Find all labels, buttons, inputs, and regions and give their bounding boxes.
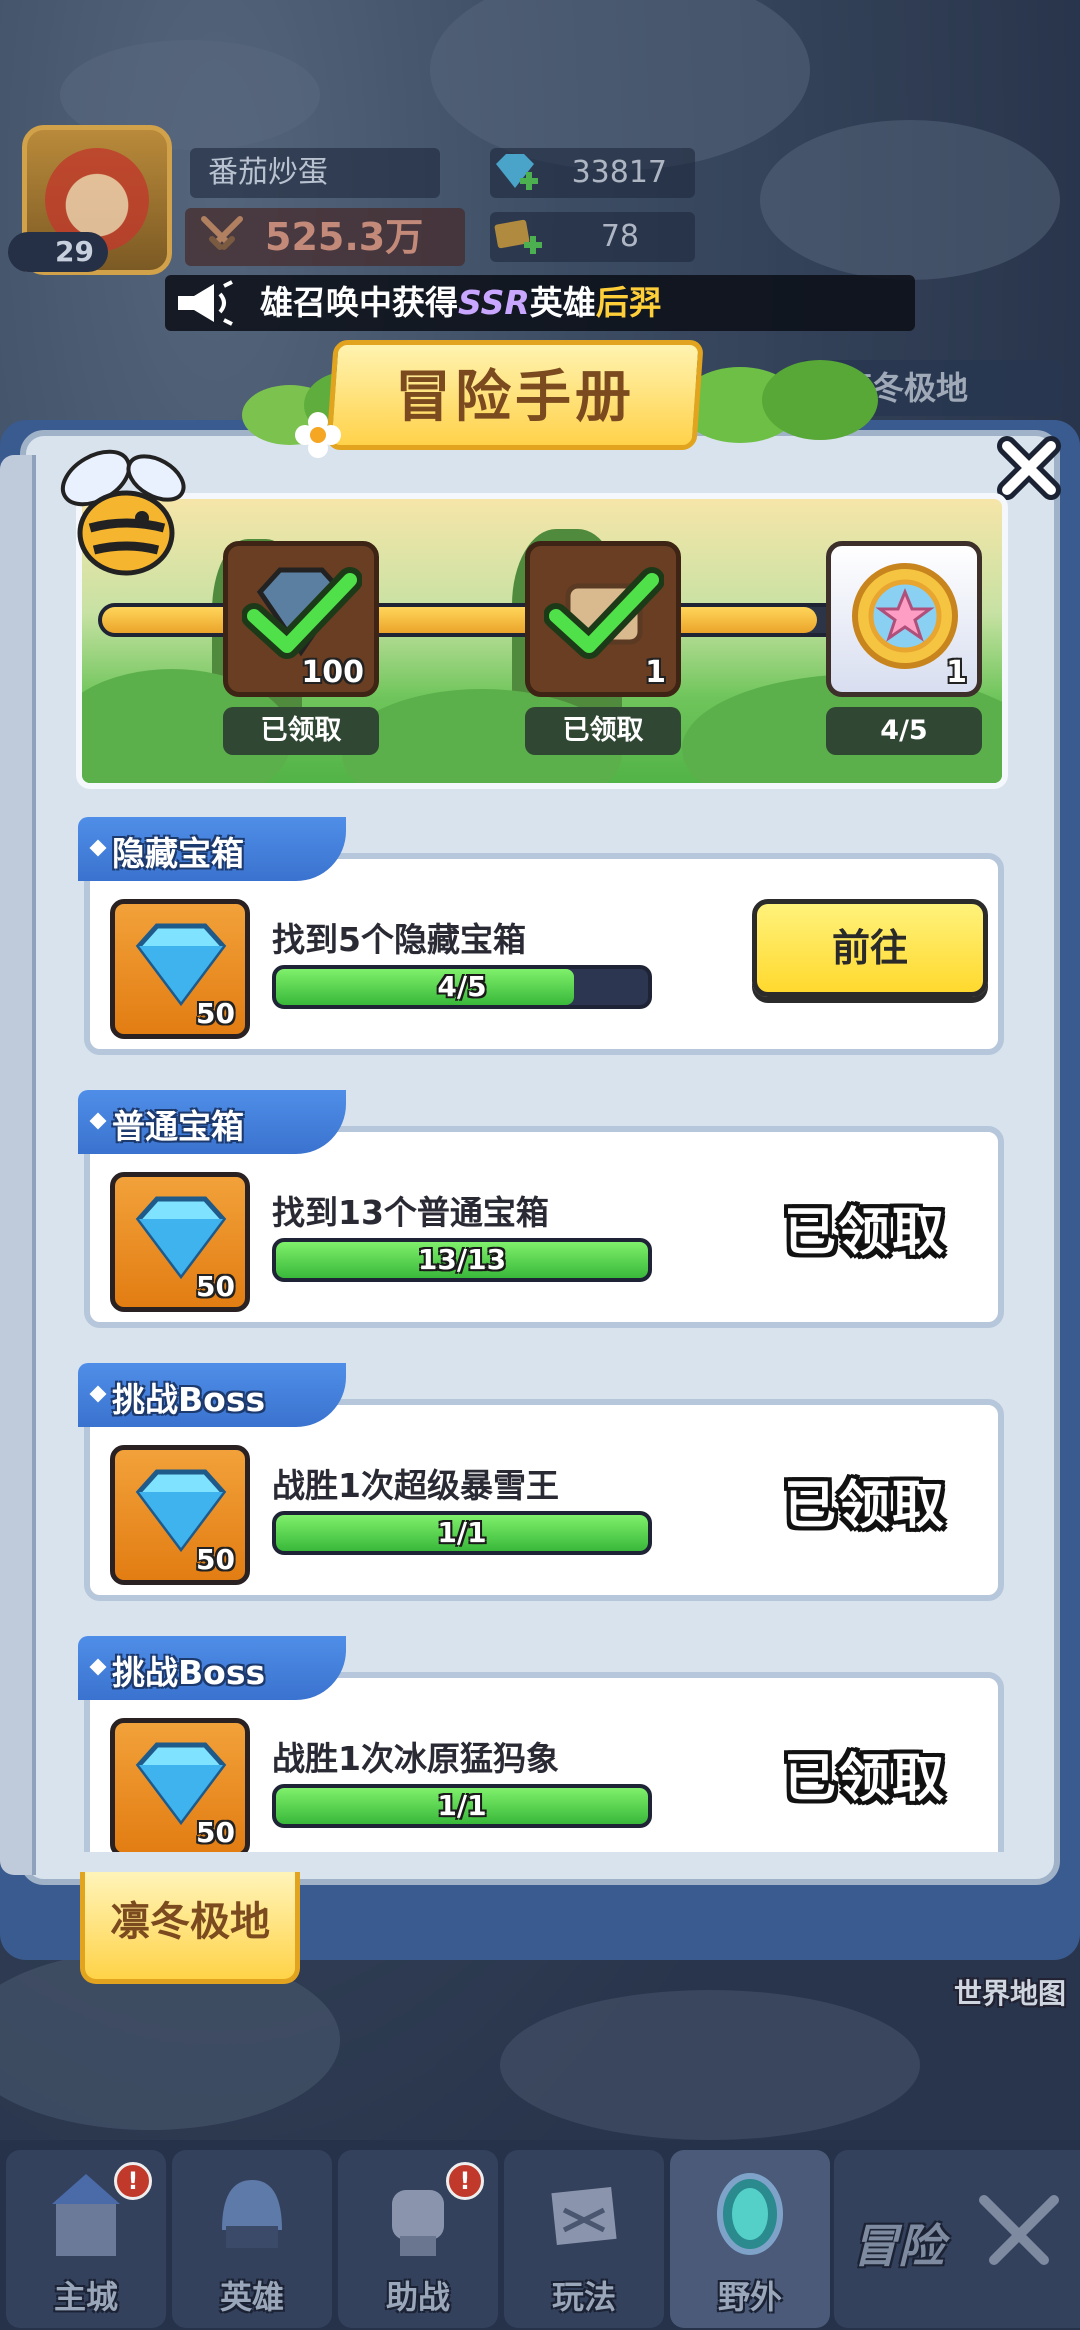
player-name: 番茄炒蛋 (190, 148, 440, 198)
task-card: 挑战Boss 50 战胜1次超级暴雪王 1/1 已领取 (78, 1363, 1004, 1601)
player-level: 29 (8, 232, 108, 272)
task-card: 隐藏宝箱 50 找到5个隐藏宝箱 4/5 前往 (78, 817, 1004, 1055)
diamond-icon (135, 1196, 227, 1280)
notification-badge: ! (114, 2162, 152, 2200)
task-progress-bar: 13/13 (272, 1238, 652, 1282)
claimed-status: 已领取 (784, 1203, 947, 1263)
task-card: 挑战Boss 50 战胜1次冰原猛犸象 1/1 已领取 (78, 1636, 1004, 1852)
diamond-icon (135, 1742, 227, 1826)
milestone-3[interactable]: 1 (826, 541, 982, 697)
region-tab[interactable]: 凛冬极地 (80, 1872, 300, 1984)
nav-play[interactable]: 玩法 (504, 2150, 664, 2328)
milestone-1-status: 已领取 (223, 707, 379, 755)
task-description: 找到13个普通宝箱 (272, 1193, 549, 1232)
crossed-swords-icon (979, 2195, 1059, 2265)
task-category-tag: 挑战Boss (78, 1363, 346, 1427)
reward-item[interactable]: 50 (110, 1718, 250, 1852)
map-scroll-icon (551, 2187, 617, 2245)
bee-mascot-icon (60, 449, 186, 576)
task-list[interactable]: 隐藏宝箱 50 找到5个隐藏宝箱 4/5 前往 普通宝箱 50 找到13个普通宝… (0, 800, 1080, 1852)
crossed-swords-icon (201, 216, 243, 250)
nav-heroes[interactable]: 英雄 (172, 2150, 332, 2328)
flower-icon (295, 412, 341, 458)
diamond-icon (135, 1469, 227, 1553)
panel-title: 冒险手册 (395, 365, 635, 430)
milestone-2[interactable]: 1 (525, 541, 681, 697)
reward-item[interactable]: 50 (110, 1172, 250, 1312)
milestone-3-status: 4/5 (826, 707, 982, 755)
helmet-icon (222, 2180, 282, 2248)
checkmark-icon (544, 567, 664, 659)
world-map-button[interactable]: 世界地图 (952, 1972, 1068, 2012)
ticket-add-icon[interactable] (492, 214, 544, 260)
task-progress-bar: 1/1 (272, 1784, 652, 1828)
task-progress-bar: 4/5 (272, 965, 652, 1009)
portal-icon (717, 2173, 783, 2255)
megaphone-icon (178, 280, 233, 326)
leaf-decoration-icon (680, 360, 878, 443)
task-category-tag: 普通宝箱 (78, 1090, 346, 1154)
announcement-banner: 雄召唤中获得SSR英雄后羿 (165, 275, 915, 331)
task-description: 战胜1次冰原猛犸象 (272, 1739, 559, 1778)
task-category-tag: 挑战Boss (78, 1636, 346, 1700)
notification-badge: ! (446, 2162, 484, 2200)
task-category-tag: 隐藏宝箱 (78, 817, 346, 881)
reward-item[interactable]: 50 (110, 899, 250, 1039)
milestone-1[interactable]: 100 (223, 541, 379, 697)
claimed-status: 已领取 (784, 1476, 947, 1536)
task-description: 战胜1次超级暴雪王 (272, 1466, 559, 1505)
task-progress-bar: 1/1 (272, 1511, 652, 1555)
close-icon[interactable] (993, 432, 1065, 504)
checkmark-icon (242, 567, 362, 659)
diamond-icon (135, 923, 227, 1007)
nav-adventure[interactable]: 冒险 (834, 2150, 1080, 2328)
claimed-status: 已领取 (784, 1749, 947, 1809)
task-description: 找到5个隐藏宝箱 (272, 920, 526, 959)
task-card: 普通宝箱 50 找到13个普通宝箱 13/13 已领取 (78, 1090, 1004, 1328)
go-button[interactable]: 前往 (752, 899, 988, 997)
milestone-2-status: 已领取 (525, 707, 681, 755)
reward-item[interactable]: 50 (110, 1445, 250, 1585)
gem-add-icon[interactable] (490, 150, 540, 196)
nav-field[interactable]: 野外 (670, 2150, 830, 2328)
